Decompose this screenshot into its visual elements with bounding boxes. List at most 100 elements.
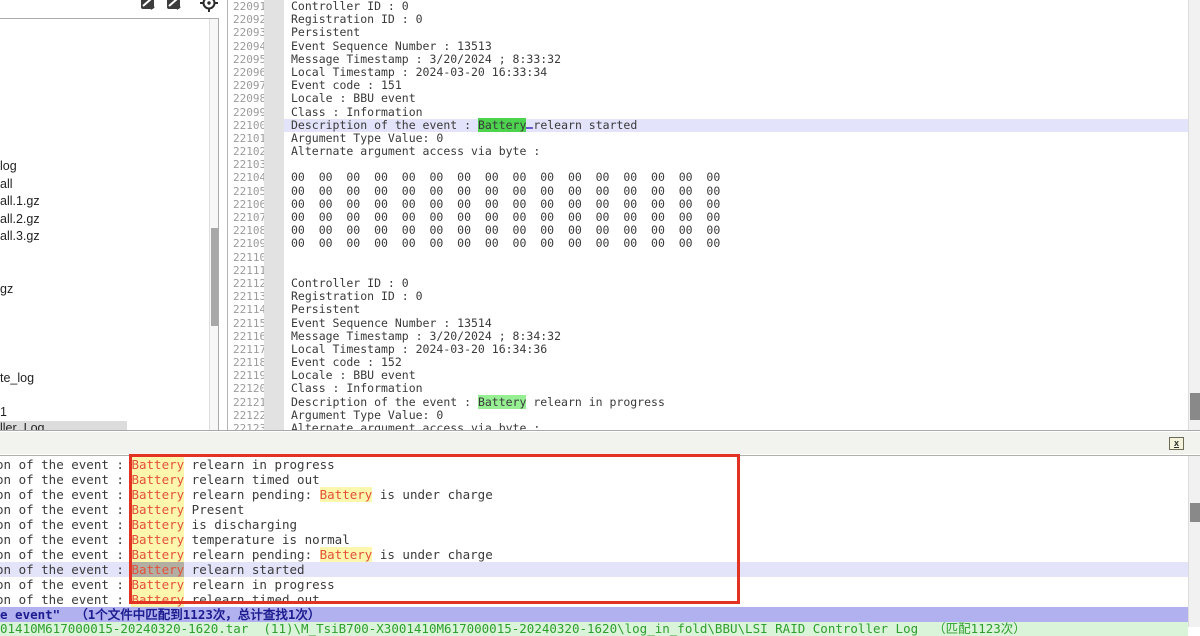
result-text: relearn pending: <box>184 547 319 562</box>
result-row[interactable]: on of the event : Battery relearn pendin… <box>0 547 1188 562</box>
battery-match: Battery <box>320 547 373 562</box>
result-row[interactable]: on of the event : Battery relearn in pro… <box>0 457 1188 472</box>
close-results-button[interactable]: x <box>1169 437 1184 450</box>
result-row[interactable]: on of the event : Battery relearn in pro… <box>0 577 1188 592</box>
result-row[interactable]: on of the event : Battery relearn timed … <box>0 592 1188 607</box>
line-number: 22094 <box>228 40 264 53</box>
line-text: Registration ID : 0 <box>284 290 1188 303</box>
file-list-panel[interactable]: log all all.1.gz all.2.gz all.3.gz gz te_log 1l… <box>0 18 219 430</box>
result-row[interactable]: on of the event : Battery relearn pendin… <box>0 487 1188 502</box>
line-number: 22119 <box>228 369 264 382</box>
line-number: 22120 <box>228 382 264 395</box>
file-list-item[interactable]: all.3.gz <box>0 229 40 244</box>
results-panel-splitter[interactable]: x <box>0 430 1200 456</box>
toolbar <box>0 0 228 18</box>
fold-margin <box>264 369 284 382</box>
editor-line[interactable]: 22110 <box>228 251 1188 264</box>
result-prefix: on of the event : <box>0 502 131 517</box>
text-run: 00 00 00 00 00 00 00 00 00 00 00 00 00 0… <box>291 170 720 184</box>
result-row[interactable]: on of the event : Battery temperature is… <box>0 532 1188 547</box>
file-list-item[interactable]: all.2.gz <box>0 212 40 227</box>
text-run: Persistent <box>291 25 360 39</box>
text-run: relearn started <box>533 118 637 132</box>
text-run: Argument Type Value: 0 <box>291 408 443 422</box>
line-number: 22111 <box>228 264 264 277</box>
result-text: relearn timed out <box>184 592 319 607</box>
text-run: Event code : 151 <box>291 78 402 92</box>
line-number: 22095 <box>228 53 264 66</box>
line-number: 22117 <box>228 343 264 356</box>
editor-line[interactable]: 22113 Registration ID : 0 <box>228 290 1188 303</box>
text-run: 00 00 00 00 00 00 00 00 00 00 00 00 00 0… <box>291 210 720 224</box>
line-number: 22123 <box>228 422 264 430</box>
result-row[interactable]: on of the event : Battery is discharging <box>0 517 1188 532</box>
fold-margin <box>264 422 284 430</box>
fold-margin <box>264 290 284 303</box>
fold-margin <box>264 171 284 184</box>
line-text: Alternate argument access via byte : <box>284 145 1188 158</box>
fold-margin <box>264 198 284 211</box>
result-row[interactable]: on of the event : Battery relearn starte… <box>0 562 1188 577</box>
result-prefix: on of the event : <box>0 532 131 547</box>
fold-margin <box>264 119 284 132</box>
text-run: Event Sequence Number : 13513 <box>291 39 492 53</box>
result-row[interactable]: on of the event : Battery Present <box>0 502 1188 517</box>
line-number: 22121 <box>228 396 264 409</box>
file-list-item[interactable]: ller_Log <box>0 421 127 430</box>
battery-match: Battery <box>131 472 184 487</box>
fold-margin <box>264 330 284 343</box>
result-text: relearn started <box>184 562 304 577</box>
editor-line[interactable]: 22102Alternate argument access via byte … <box>228 145 1188 158</box>
export-log-icon[interactable] <box>139 0 157 12</box>
editor-line[interactable]: 22109 00 00 00 00 00 00 00 00 00 00 00 00… <box>228 237 1188 250</box>
find-results-panel[interactable]: on of the event : Battery relearn in pro… <box>0 457 1188 607</box>
file-list-item[interactable]: gz <box>0 282 13 297</box>
battery-match: Battery <box>131 457 184 472</box>
result-text: relearn in progress <box>184 577 335 592</box>
matched-file-path: 01410M617000015-20240320-1620.tar (11)\M… <box>0 622 1188 636</box>
text-run: Event Sequence Number : 13514 <box>291 316 492 330</box>
text-run: Persistent <box>291 302 360 316</box>
text-run: Registration ID : 0 <box>291 289 423 303</box>
editor-scrollbar[interactable] <box>1188 0 1200 627</box>
line-number: 22100 <box>228 119 264 132</box>
line-number: 22101 <box>228 132 264 145</box>
results-scrollbar-thumb[interactable] <box>1190 503 1200 522</box>
line-number: 22108 <box>228 224 264 237</box>
log-editor[interactable]: 22091Controller ID : 022092Registration … <box>227 0 1188 430</box>
editor-scrollbar-thumb[interactable] <box>1190 393 1200 420</box>
fold-margin <box>264 264 284 277</box>
line-number: 22118 <box>228 356 264 369</box>
target-locate-icon[interactable] <box>200 0 218 12</box>
line-number: 22113 <box>228 290 264 303</box>
export-log-icon-2[interactable] <box>165 0 183 12</box>
line-number: 22105 <box>228 185 264 198</box>
line-number: 22104 <box>228 171 264 184</box>
fold-margin <box>264 303 284 316</box>
fold-margin <box>264 66 284 79</box>
battery-match: Battery <box>131 517 184 532</box>
result-text: Present <box>184 502 244 517</box>
text-run: Alternate argument access via byte : <box>291 144 540 158</box>
line-text: 00 00 00 00 00 00 00 00 00 00 00 00 00 0… <box>284 237 1188 250</box>
fold-margin <box>264 224 284 237</box>
file-list-item[interactable]: log <box>0 159 17 174</box>
text-run: Local Timestamp : 2024-03-20 16:33:34 <box>291 65 547 79</box>
file-list-item[interactable]: te_log <box>0 371 34 386</box>
line-number: 22116 <box>228 330 264 343</box>
editor-line[interactable]: 22092Registration ID : 0 <box>228 13 1188 26</box>
file-list-item[interactable]: all <box>0 177 13 192</box>
line-number: 22098 <box>228 92 264 105</box>
file-panel-scrollbar[interactable] <box>209 19 218 430</box>
line-number: 22097 <box>228 79 264 92</box>
text-run: 00 00 00 00 00 00 00 00 00 00 00 00 00 0… <box>291 223 720 237</box>
file-list-item[interactable]: 1 <box>0 405 7 420</box>
result-text: relearn pending: <box>184 487 319 502</box>
editor-line[interactable]: 22123 Alternate argument access via byte … <box>228 422 1188 430</box>
text-run: Alternate argument access via byte : <box>291 421 540 430</box>
result-row[interactable]: on of the event : Battery relearn timed … <box>0 472 1188 487</box>
line-number: 22109 <box>228 237 264 250</box>
line-number: 22122 <box>228 409 264 422</box>
file-panel-scrollbar-thumb[interactable] <box>211 228 218 326</box>
file-list-item[interactable]: all.1.gz <box>0 194 40 209</box>
